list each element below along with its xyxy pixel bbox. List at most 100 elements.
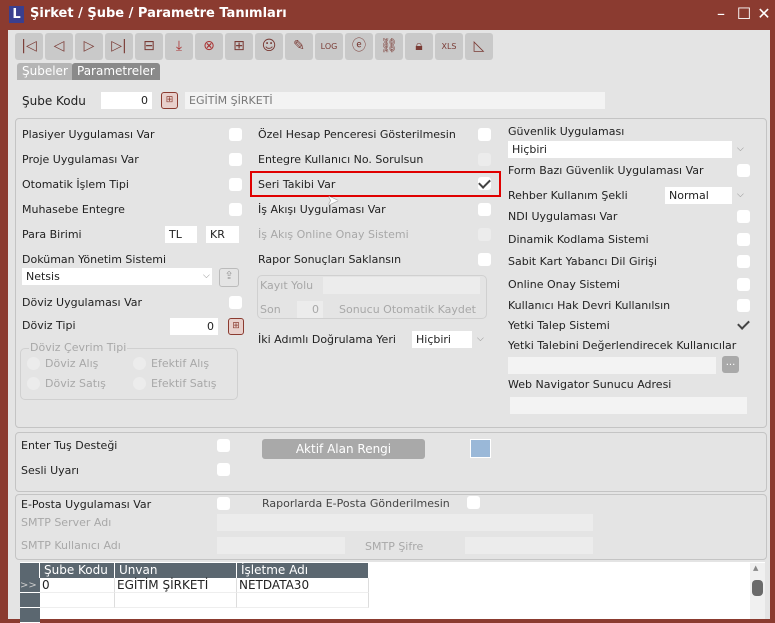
efektif-satis-radio[interactable] (133, 377, 146, 390)
log-icon: LOG (320, 42, 338, 51)
raporlarda-label: Raporlarda E-Posta Gönderilmesin (262, 497, 450, 510)
doviz-tipi-input[interactable]: 0 (170, 318, 218, 335)
ozel-hesap-checkbox[interactable] (478, 128, 491, 141)
dinamik-checkbox[interactable] (737, 233, 750, 246)
web-nav-input[interactable] (510, 397, 747, 414)
table-cell[interactable] (115, 593, 237, 608)
form-bazi-checkbox[interactable] (737, 164, 750, 177)
is-akis-online-checkbox[interactable] (478, 228, 491, 241)
chart-button[interactable]: ◺ (465, 33, 493, 60)
iki-adim-select[interactable]: Hiçbiri (412, 331, 472, 348)
browse-button[interactable]: ... (722, 356, 739, 373)
guvenlik-select[interactable]: Hiçbiri (508, 141, 732, 158)
previous-button[interactable]: ◁ (45, 33, 73, 60)
smtp-pass-input[interactable] (465, 537, 593, 554)
edit-button[interactable]: ✎ (285, 33, 313, 60)
sesli-label: Sesli Uyarı (21, 464, 79, 477)
row-indicator: >> (20, 578, 40, 593)
plasiyer-checkbox[interactable] (229, 128, 242, 141)
sube-kodu-label: Şube Kodu (22, 94, 86, 108)
tab-parametreler[interactable]: Parametreler (72, 63, 160, 80)
sabit-kart-checkbox[interactable] (737, 255, 750, 268)
enter-checkbox[interactable] (217, 439, 230, 452)
rapor-checkbox[interactable] (478, 253, 491, 266)
folder-plus-icon: ⊞ (233, 38, 245, 54)
maximize-button[interactable]: ☐ (735, 4, 753, 23)
download-button[interactable]: ⤓ (165, 33, 193, 60)
proje-checkbox[interactable] (229, 153, 242, 166)
cevrim-title: Döviz Çevrim Tipi (29, 341, 128, 355)
online-onay-label: Online Onay Sistemi (508, 278, 620, 291)
table-cell[interactable]: EGİTİM ŞİRKETİ (115, 578, 237, 593)
table-cell[interactable]: NETDATA30 (237, 578, 369, 593)
efektif-alis-label: Efektif Alış (151, 357, 210, 370)
yetki-talep-checkbox[interactable] (737, 318, 750, 331)
folder-plus-button[interactable]: ⊞ (225, 33, 253, 60)
close-button[interactable]: ✕ (755, 4, 773, 23)
lock-button[interactable]: 🔒︎ (405, 33, 433, 60)
next-icon: ▷ (83, 38, 95, 54)
table-cell[interactable] (40, 593, 115, 608)
doviz-lookup-icon[interactable]: ⊞ (228, 318, 244, 335)
form-bazi-label: Form Bazı Güvenlik Uygulaması Var (508, 164, 704, 177)
online-onay-checkbox[interactable] (737, 278, 750, 291)
dinamik-label: Dinamik Kodlama Sistemi (508, 233, 649, 246)
aktif-alan-button[interactable]: Aktif Alan Rengi (262, 439, 425, 459)
document-button[interactable]: ⓔ (345, 33, 373, 60)
smtp-server-input[interactable] (217, 514, 593, 531)
last-button[interactable]: ▷| (105, 33, 133, 60)
plasiyer-label: Plasiyer Uygulaması Var (22, 128, 155, 141)
para-birimi-1-input[interactable]: TL (165, 226, 197, 243)
tab-subeler[interactable]: Şubeler (17, 63, 73, 80)
sesli-checkbox[interactable] (217, 463, 230, 476)
log-button[interactable]: LOG (315, 33, 343, 60)
ndi-checkbox[interactable] (737, 210, 750, 223)
column-header-unvan[interactable]: Unvan (115, 563, 237, 578)
kayit-yolu-input[interactable] (323, 277, 480, 294)
yetki-deg-input[interactable] (508, 357, 716, 374)
link-button[interactable]: ⛓ (375, 33, 403, 60)
seri-takibi-label: Seri Takibi Var (258, 178, 336, 191)
scroll-up-icon[interactable]: ▲ (753, 564, 758, 572)
ndi-label: NDI Uygulaması Var (508, 210, 618, 223)
son-input[interactable]: 0 (297, 301, 323, 318)
dokuman-select[interactable]: Netsis (22, 268, 212, 285)
scrollbar-thumb[interactable] (752, 580, 763, 596)
minimize-button[interactable]: – (712, 4, 730, 23)
upload-icon[interactable]: ⇪ (219, 268, 239, 287)
folder-minus-button[interactable]: ⊟ (135, 33, 163, 60)
ozel-hesap-label: Özel Hesap Penceresi Gösterilmesin (258, 128, 456, 141)
first-button[interactable]: |◁ (15, 33, 43, 60)
efektif-alis-radio[interactable] (133, 357, 146, 370)
rehber-select[interactable]: Normal (665, 187, 732, 204)
eposta-label: E-Posta Uygulaması Var (21, 498, 152, 511)
user-button[interactable]: ☺ (255, 33, 283, 60)
raporlarda-checkbox[interactable] (467, 496, 480, 509)
entegre-checkbox[interactable] (478, 153, 491, 166)
kullanici-hak-checkbox[interactable] (737, 299, 750, 312)
seri-takibi-checkbox[interactable] (478, 177, 491, 190)
next-button[interactable]: ▷ (75, 33, 103, 60)
cancel-button[interactable]: ⊗ (195, 33, 223, 60)
para-birimi-2-input[interactable]: KR (206, 226, 239, 243)
eposta-checkbox[interactable] (217, 497, 230, 510)
table-cell[interactable]: 0 (40, 578, 115, 593)
column-header-isletme[interactable]: İşletme Adı (237, 563, 369, 578)
row-indicator (20, 593, 40, 608)
chevron-down-icon: ⌵ (203, 271, 210, 281)
column-header-sube-kodu[interactable]: Şube Kodu (40, 563, 115, 578)
doviz-satis-radio[interactable] (27, 377, 40, 390)
doviz-uyg-checkbox[interactable] (229, 296, 242, 309)
lookup-icon[interactable]: ⊞ (161, 92, 178, 109)
smtp-pass-label: SMTP Şifre (365, 540, 424, 553)
otomatik-checkbox[interactable] (229, 178, 242, 191)
table-cell[interactable] (237, 593, 369, 608)
is-akisi-checkbox[interactable] (478, 203, 491, 216)
rapor-label: Rapor Sonuçları Saklansın (258, 253, 402, 266)
muhasebe-checkbox[interactable] (229, 203, 242, 216)
xls-button[interactable]: XLS (435, 33, 463, 60)
color-swatch[interactable] (470, 439, 491, 458)
doviz-alis-radio[interactable] (27, 357, 40, 370)
smtp-user-input[interactable] (217, 537, 345, 554)
sube-kodu-input[interactable]: 0 (101, 92, 152, 109)
